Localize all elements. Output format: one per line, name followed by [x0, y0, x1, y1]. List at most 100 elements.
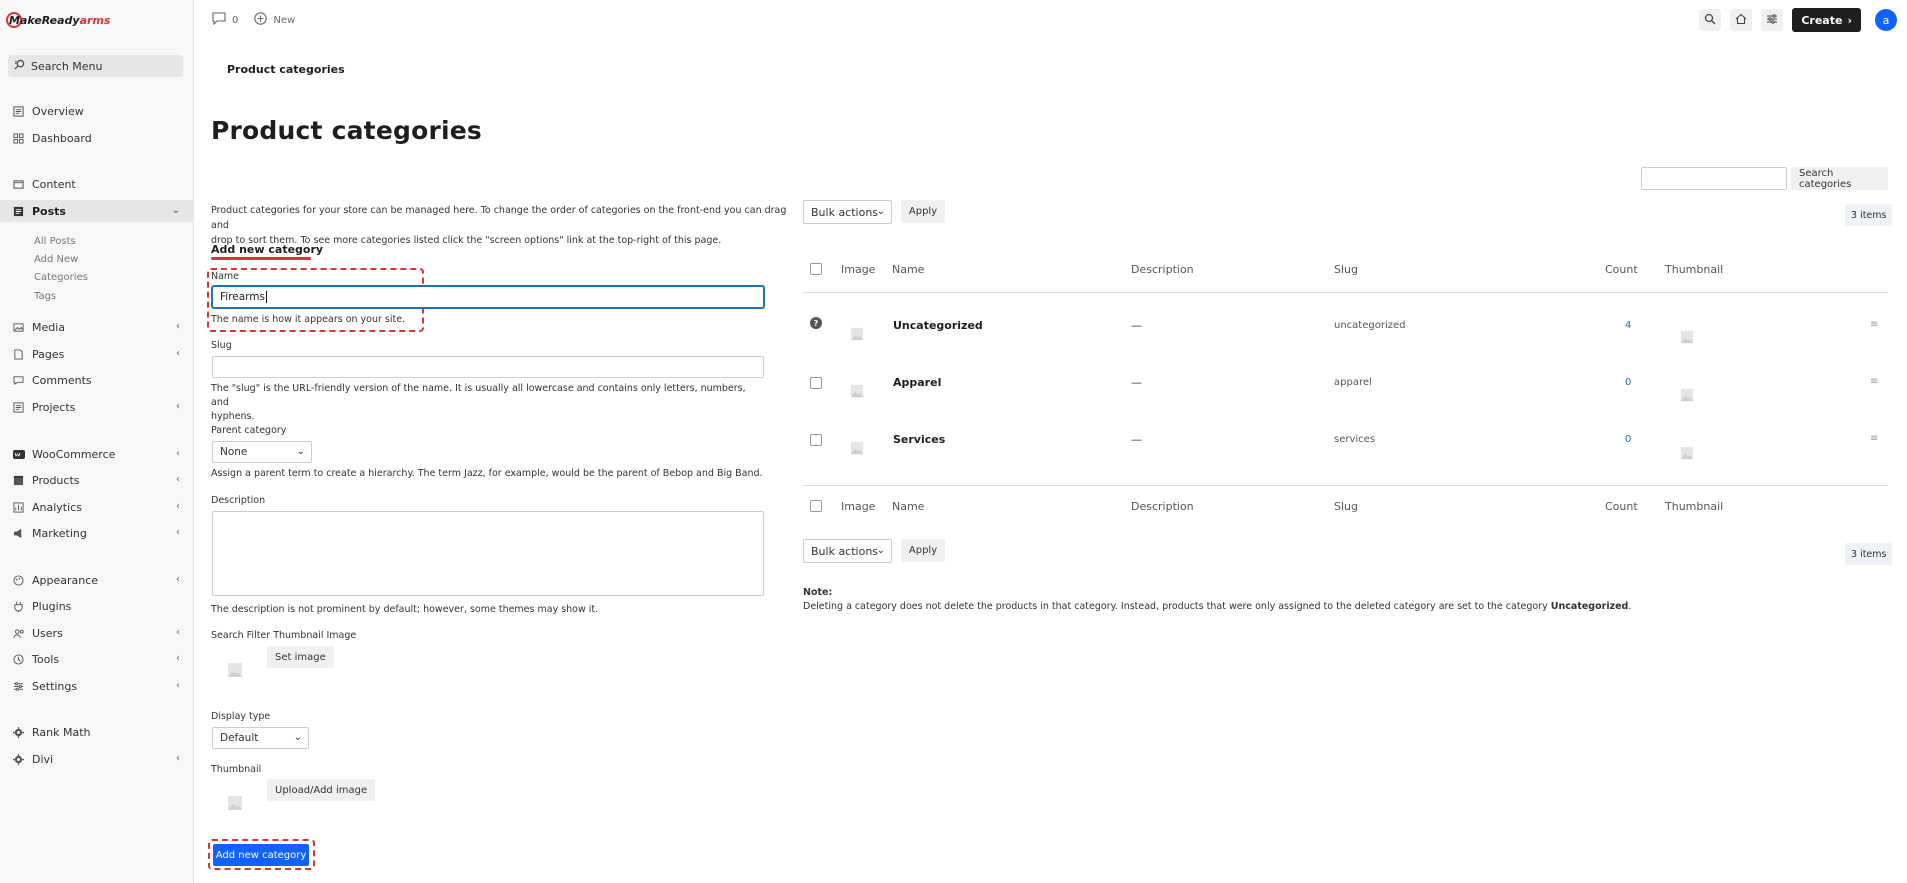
- tools-icon: [12, 653, 25, 666]
- sidebar-item-posts[interactable]: Posts ⌄: [0, 200, 194, 222]
- row-slug: services: [1334, 434, 1376, 445]
- slug-help-line-1: The "slug" is the URL-friendly version o…: [211, 383, 746, 408]
- drag-handle-icon[interactable]: ≡: [1870, 376, 1878, 387]
- site-logo[interactable]: MakeReadyarms: [6, 10, 110, 30]
- col-slug[interactable]: Slug: [1334, 263, 1358, 276]
- projects-icon: [12, 401, 25, 414]
- parent-category-select[interactable]: None ⌄: [212, 441, 312, 463]
- sidebar-item-marketing[interactable]: Marketing ‹: [0, 522, 194, 544]
- col-name[interactable]: Name: [892, 263, 924, 276]
- sidebar-item-pages[interactable]: Pages ‹: [0, 343, 194, 365]
- sidebar-item-media[interactable]: Media ‹: [0, 316, 194, 338]
- col-slug[interactable]: Slug: [1334, 500, 1358, 513]
- col-thumbnail: Thumbnail: [1665, 500, 1724, 513]
- sidebar-item-comments[interactable]: Comments: [0, 369, 194, 391]
- thumbnail-placeholder-icon: [1679, 387, 1695, 403]
- sidebar-item-settings[interactable]: Settings ‹: [0, 675, 194, 697]
- sidebar-subitem-categories[interactable]: Categories: [34, 272, 88, 283]
- sidebar-item-label: Users: [32, 626, 63, 640]
- apply-button-top[interactable]: Apply: [901, 200, 945, 223]
- create-button[interactable]: Create ›: [1792, 8, 1861, 32]
- parent-category-value: None: [220, 446, 248, 458]
- image-placeholder-icon: [227, 795, 243, 811]
- overview-icon: [12, 105, 25, 118]
- description-textarea[interactable]: [212, 511, 764, 596]
- filter-thumbnail-label: Search Filter Thumbnail Image: [211, 630, 357, 641]
- sidebar-subitem-tags[interactable]: Tags: [34, 291, 56, 302]
- select-all-checkbox-bottom[interactable]: [810, 500, 822, 512]
- row-name[interactable]: Apparel: [893, 376, 941, 389]
- sidebar-item-woocommerce[interactable]: WooCommerce ‹: [0, 443, 194, 465]
- row-count[interactable]: 0: [1625, 434, 1631, 445]
- image-placeholder-icon: [227, 662, 243, 678]
- search-categories-input[interactable]: [1641, 167, 1787, 190]
- slug-input[interactable]: [212, 356, 764, 378]
- sidebar-item-plugins[interactable]: Plugins: [0, 595, 194, 617]
- bulk-actions-select-bottom[interactable]: Bulk actions ⌄: [803, 539, 892, 563]
- col-name[interactable]: Name: [892, 500, 924, 513]
- avatar[interactable]: a: [1875, 9, 1897, 31]
- plus-circle-icon[interactable]: [254, 12, 268, 28]
- chevron-down-icon: ⌄: [296, 446, 305, 457]
- comments-count[interactable]: 0: [232, 15, 238, 26]
- bulk-actions-select-top[interactable]: Bulk actions ⌄: [803, 200, 892, 224]
- col-description[interactable]: Description: [1131, 500, 1194, 513]
- pages-icon: [12, 348, 25, 361]
- sidebar: MakeReadyarms Search Menu Overview Dashb…: [0, 0, 194, 883]
- drag-handle-icon[interactable]: ≡: [1870, 319, 1878, 330]
- new-link[interactable]: New: [273, 15, 295, 26]
- description-help: The description is not prominent by defa…: [211, 604, 599, 615]
- sidebar-item-users[interactable]: Users ‹: [0, 622, 194, 644]
- upload-image-button[interactable]: Upload/Add image: [267, 779, 376, 801]
- sidebar-item-content[interactable]: Content: [0, 173, 194, 195]
- sidebar-item-label: Marketing: [32, 526, 87, 540]
- sidebar-item-projects[interactable]: Projects ‹: [0, 396, 194, 418]
- col-count[interactable]: Count: [1605, 263, 1638, 276]
- home-button[interactable]: [1730, 9, 1753, 31]
- sidebar-item-overview[interactable]: Overview: [0, 100, 194, 122]
- sidebar-item-rank-math[interactable]: Rank Math: [0, 721, 194, 743]
- chevron-left-icon: ‹: [176, 348, 180, 359]
- woocommerce-icon: [12, 448, 25, 461]
- sidebar-item-products[interactable]: Products ‹: [0, 469, 194, 491]
- row-checkbox[interactable]: [810, 434, 822, 446]
- chevron-left-icon: ‹: [176, 474, 180, 485]
- search-menu[interactable]: Search Menu: [8, 55, 183, 77]
- drag-handle-icon[interactable]: ≡: [1870, 433, 1878, 444]
- sidebar-subitem-add-new[interactable]: Add New: [34, 254, 78, 265]
- search-categories-button[interactable]: Search categories: [1791, 167, 1888, 190]
- row-slug: apparel: [1334, 377, 1372, 388]
- sidebar-item-appearance[interactable]: Appearance ‹: [0, 569, 194, 591]
- description-label: Description: [211, 495, 266, 506]
- sidebar-subitem-all-posts[interactable]: All Posts: [34, 236, 76, 247]
- top-bar-left: 0 New: [212, 12, 295, 28]
- sidebar-item-analytics[interactable]: Analytics ‹: [0, 496, 194, 518]
- content-icon: [12, 178, 25, 191]
- screen-options-button[interactable]: [1761, 9, 1784, 31]
- logo-text-main: MakeReady: [9, 13, 80, 27]
- chevron-left-icon: ‹: [176, 321, 180, 332]
- sidebar-item-tools[interactable]: Tools ‹: [0, 648, 194, 670]
- chevron-left-icon: ‹: [176, 527, 180, 538]
- add-new-category-button[interactable]: Add new category: [213, 844, 309, 866]
- sidebar-item-divi[interactable]: Divi ‹: [0, 748, 194, 770]
- row-name[interactable]: Uncategorized: [893, 319, 983, 332]
- col-count[interactable]: Count: [1605, 500, 1638, 513]
- question-icon[interactable]: ?: [810, 317, 822, 329]
- row-checkbox[interactable]: [810, 377, 822, 389]
- sidebar-item-dashboard[interactable]: Dashboard: [0, 127, 194, 149]
- row-count[interactable]: 0: [1625, 377, 1631, 388]
- select-all-checkbox-top[interactable]: [810, 263, 822, 275]
- row-count[interactable]: 4: [1625, 320, 1631, 331]
- row-name[interactable]: Services: [893, 433, 945, 446]
- slug-help-line-2: hyphens.: [211, 411, 255, 422]
- set-image-button[interactable]: Set image: [267, 646, 334, 668]
- top-bar-right: Create › a: [1699, 8, 1907, 32]
- search-button[interactable]: [1699, 9, 1722, 31]
- apply-button-bottom[interactable]: Apply: [901, 539, 945, 562]
- name-input[interactable]: Firearms: [212, 286, 764, 308]
- display-type-select[interactable]: Default ⌄: [212, 727, 309, 749]
- col-description[interactable]: Description: [1131, 263, 1194, 276]
- parent-help: Assign a parent term to create a hierarc…: [211, 468, 763, 479]
- comment-icon[interactable]: [212, 12, 226, 28]
